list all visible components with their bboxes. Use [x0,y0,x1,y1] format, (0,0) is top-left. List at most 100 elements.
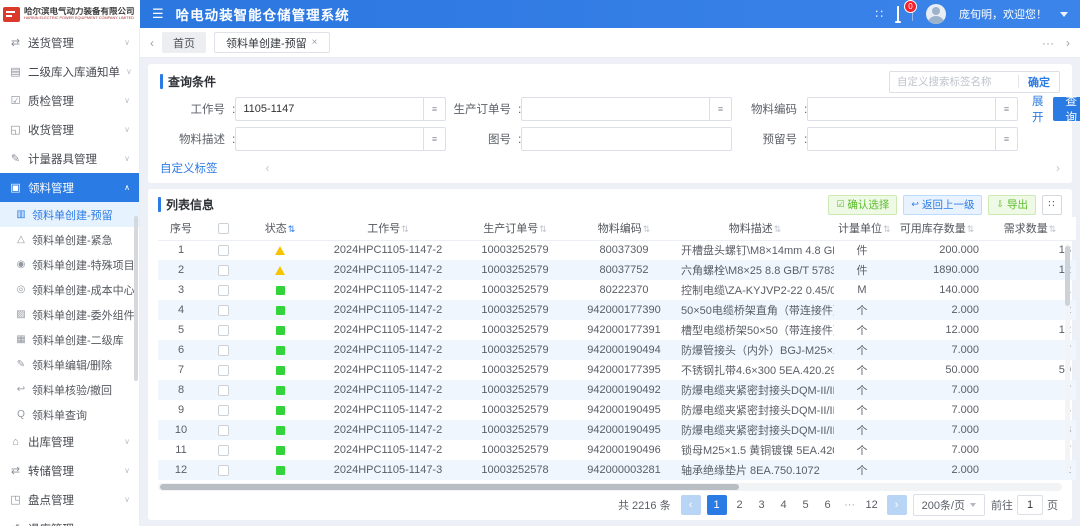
sidebar-item-return[interactable]: ↺退库管理∨ [0,514,139,526]
tab-more-icon[interactable]: ··· [1042,36,1054,50]
drawing-no-input[interactable] [521,127,732,151]
custom-tag-name-input[interactable] [890,72,1018,92]
fullscreen-icon[interactable]: ∷ [875,7,884,21]
sidebar-item-outbound[interactable]: ⌂出库管理∨ [0,427,139,456]
table-row[interactable]: 12024HPC1105-1147-21000325257980037309开槽… [158,240,1076,260]
back-level-button[interactable]: ↩ 返回上一级 [903,195,982,215]
sidebar-subitem-create-reserve[interactable]: ▥领料单创建-预留 [0,202,139,227]
tag-scroll-left-icon[interactable]: ‹ [266,161,270,175]
sidebar-subitem-create-costcenter[interactable]: ◎领料单创建-成本中心 [0,277,139,302]
sort-icon[interactable]: ⇅ [539,224,547,234]
next-page-button[interactable]: › [887,495,907,515]
table-row[interactable]: 32024HPC1105-1147-21000325257980222370控制… [158,280,1076,300]
material-code-input[interactable] [807,97,996,121]
col-header-desc[interactable]: 物料描述⇅ [676,217,834,240]
col-header-order_no[interactable]: 生产订单号⇅ [458,217,572,240]
column-settings-icon[interactable]: ∷ [1042,195,1062,215]
order-no-input[interactable] [521,97,710,121]
tag-confirm-button[interactable]: 确定 [1019,74,1059,90]
tab-create-reserve[interactable]: 领料单创建-预留 × [214,32,330,53]
page-button-12[interactable]: 12 [863,495,881,515]
row-checkbox[interactable] [218,405,229,416]
page-size-select[interactable]: 200条/页 [913,494,985,516]
table-row[interactable]: 102024HPC1105-1147-210003252579942000190… [158,420,1076,440]
horizontal-scrollbar[interactable] [158,483,1062,491]
sort-icon[interactable]: ⇅ [643,224,651,234]
sidebar-item-measuring[interactable]: ✎计量器具管理∨ [0,144,139,173]
notification-bell-icon[interactable]: 0 [897,7,899,21]
page-button-1[interactable]: 1 [707,495,727,515]
page-button-3[interactable]: 3 [753,495,771,515]
export-button[interactable]: ⇩ 导出 [988,195,1036,215]
select-all-checkbox[interactable] [218,223,229,234]
sidebar-subitem-edit-delete[interactable]: ✎领料单编辑/删除 [0,352,139,377]
sidebar-item-transfer[interactable]: ⇄转储管理∨ [0,456,139,485]
sort-icon[interactable]: ⇅ [883,224,890,234]
hscroll-thumb[interactable] [160,484,739,490]
col-header-demand[interactable]: 需求数量⇅ [984,217,1076,240]
sidebar-item-level2-inbound[interactable]: ▤二级库入库通知单∨ [0,57,139,86]
sort-icon[interactable]: ⇅ [1049,224,1057,234]
material-desc-input[interactable] [235,127,424,151]
col-header-unit[interactable]: 计量单位⇅ [834,217,890,240]
sidebar-item-receiving[interactable]: ◱收货管理∨ [0,115,139,144]
sidebar-item-quality[interactable]: ☑质检管理∨ [0,86,139,115]
col-header-material_code[interactable]: 物料编码⇅ [572,217,676,240]
tab-forward-arrow[interactable]: › [1066,36,1070,50]
sidebar-item-delivery[interactable]: ⇄送货管理∨ [0,28,139,57]
col-header-check[interactable] [204,217,242,240]
sidebar-item-material[interactable]: ▣领料管理∧ [0,173,139,202]
sidebar-subitem-create-urgent[interactable]: △领料单创建-紧急 [0,227,139,252]
table-row[interactable]: 42024HPC1105-1147-2100032525799420001773… [158,300,1076,320]
custom-tag-link[interactable]: 自定义标签 [160,160,218,176]
col-header-work_no[interactable]: 工作号⇅ [318,217,458,240]
sidebar-subitem-create-special[interactable]: ◉领料单创建-特殊项目 [0,252,139,277]
row-checkbox[interactable] [218,285,229,296]
reserve-no-input[interactable] [807,127,996,151]
expand-link[interactable]: 展开 [1032,93,1044,125]
row-checkbox[interactable] [218,425,229,436]
row-checkbox[interactable] [218,345,229,356]
row-checkbox[interactable] [218,445,229,456]
sort-icon[interactable]: ⇅ [288,224,296,234]
sidebar-scrollbar[interactable] [134,216,138,381]
list-select-icon[interactable]: ≡ [710,97,732,121]
tag-scroll-right-icon[interactable]: › [1056,161,1060,175]
page-button-6[interactable]: 6 [819,495,837,515]
sort-icon[interactable]: ⇅ [774,224,782,234]
table-row[interactable]: 82024HPC1105-1147-2100032525799420001904… [158,380,1076,400]
table-row[interactable]: 52024HPC1105-1147-2100032525799420001773… [158,320,1076,340]
sidebar-subitem-create-level2[interactable]: ▦领料单创建-二级库 [0,327,139,352]
list-select-icon[interactable]: ≡ [424,127,446,151]
tab-home[interactable]: 首页 [162,32,206,53]
avatar[interactable] [926,4,946,24]
list-select-icon[interactable]: ≡ [996,127,1018,151]
sidebar-collapse-icon[interactable]: ☰ [152,6,164,22]
page-button-2[interactable]: 2 [731,495,749,515]
col-header-stock[interactable]: 可用库存数量⇅ [890,217,984,240]
row-checkbox[interactable] [218,465,229,476]
sort-icon[interactable]: ⇅ [967,224,975,234]
goto-page-input[interactable] [1017,495,1043,515]
table-row[interactable]: 112024HPC1105-1147-210003252579942000190… [158,440,1076,460]
work-no-input[interactable] [235,97,424,121]
table-row[interactable]: 62024HPC1105-1147-2100032525799420001904… [158,340,1076,360]
row-checkbox[interactable] [218,365,229,376]
row-checkbox[interactable] [218,385,229,396]
prev-page-button[interactable]: ‹ [681,495,701,515]
list-select-icon[interactable]: ≡ [424,97,446,121]
search-button[interactable]: 查询 [1053,97,1080,121]
confirm-select-button[interactable]: ☑ 确认选择 [828,195,897,215]
table-row[interactable]: 22024HPC1105-1147-21000325257980037752六角… [158,260,1076,280]
row-checkbox[interactable] [218,265,229,276]
table-row[interactable]: 122024HPC1105-1147-310003252578942000003… [158,460,1076,480]
sidebar-subitem-query[interactable]: Q领料单查询 [0,402,139,427]
sidebar-subitem-create-outsource[interactable]: ▨领料单创建-委外组件 [0,302,139,327]
row-checkbox[interactable] [218,305,229,316]
col-header-status[interactable]: 状态⇅ [242,217,318,240]
page-button-4[interactable]: 4 [775,495,793,515]
row-checkbox[interactable] [218,245,229,256]
sidebar-subitem-verify-revoke[interactable]: ↩领料单核验/撤回 [0,377,139,402]
table-row[interactable]: 72024HPC1105-1147-2100032525799420001773… [158,360,1076,380]
chevron-down-icon[interactable] [1060,12,1068,17]
